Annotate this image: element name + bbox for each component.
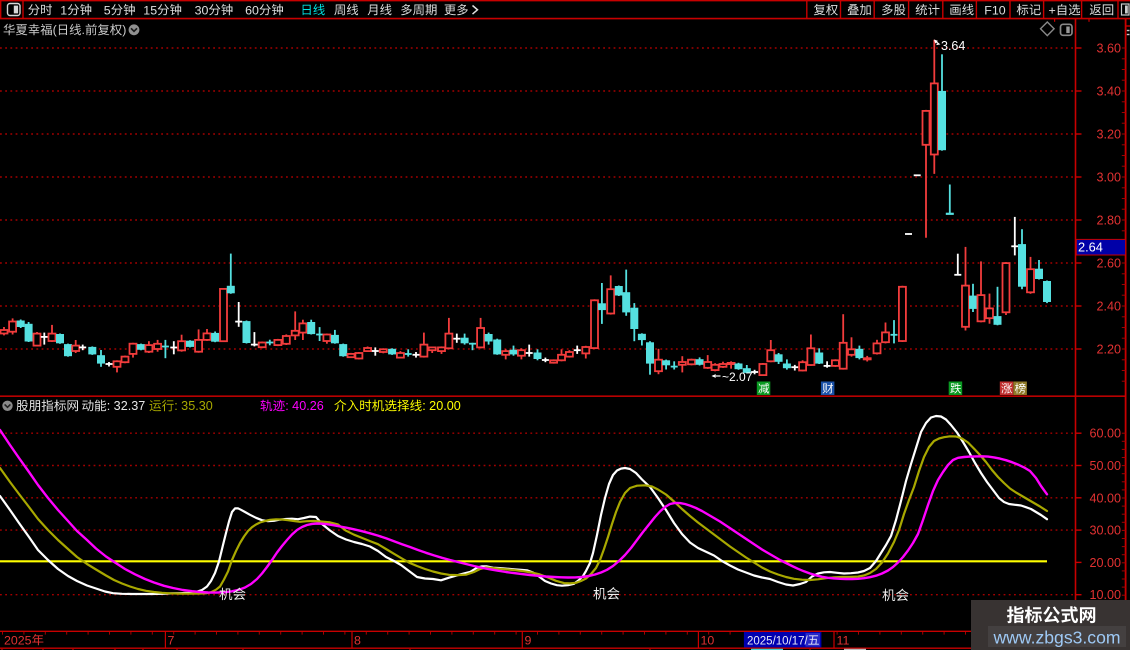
svg-text:3.40: 3.40 [1096,85,1121,99]
svg-text:2.20: 2.20 [1096,343,1121,357]
svg-text:10: 10 [701,633,715,647]
svg-text:2.60: 2.60 [1096,257,1121,271]
svg-text:: 35.30: : 35.30 [174,399,213,413]
svg-text:: 20.00: : 20.00 [422,399,461,413]
svg-text:30.00: 30.00 [1089,524,1121,538]
svg-text:F10: F10 [984,3,1005,17]
svg-text:~2.07: ~2.07 [722,370,753,384]
svg-text:60: 60 [245,3,259,17]
svg-text:1: 1 [60,3,67,17]
svg-text:60.00: 60.00 [1089,427,1121,441]
svg-text:www.zbgs3.com: www.zbgs3.com [992,628,1120,648]
svg-text:7: 7 [168,633,175,647]
svg-text:20.00: 20.00 [1089,556,1121,570]
svg-text:: 40.26: : 40.26 [285,399,324,413]
svg-text:40.00: 40.00 [1089,491,1121,505]
svg-text:2.80: 2.80 [1096,214,1121,228]
svg-text:2.64: 2.64 [1078,240,1103,255]
svg-text:2025: 2025 [4,633,32,647]
svg-text:5: 5 [104,3,111,17]
svg-text:2025/10/17/: 2025/10/17/ [747,635,809,647]
svg-text:30: 30 [195,3,209,17]
svg-text:.: . [82,23,85,37]
svg-text:11: 11 [837,633,850,647]
svg-text:3.20: 3.20 [1096,128,1121,142]
svg-text:): ) [122,23,126,37]
svg-text:+: + [1049,3,1056,17]
svg-text:3.60: 3.60 [1096,42,1121,56]
svg-text:50.00: 50.00 [1089,459,1121,473]
svg-text:9: 9 [525,633,532,647]
svg-text:3.00: 3.00 [1096,171,1121,185]
svg-text:3.64: 3.64 [941,39,965,53]
svg-text:: 32.37: : 32.37 [107,399,146,413]
svg-text:8: 8 [354,633,361,647]
svg-text:2.40: 2.40 [1096,300,1121,314]
svg-text:15: 15 [143,3,157,17]
